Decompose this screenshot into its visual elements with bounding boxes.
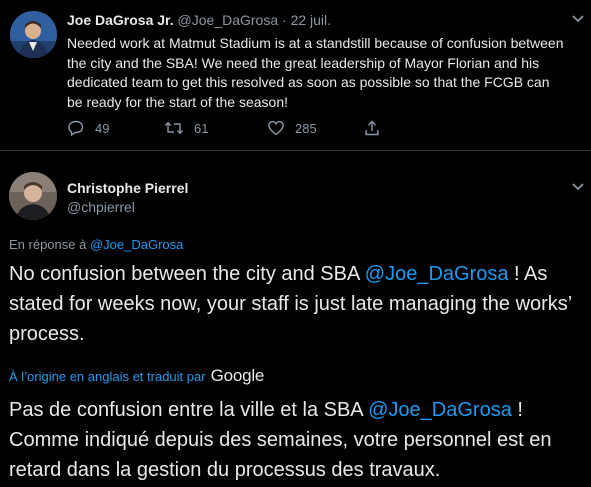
share-icon: [365, 120, 379, 136]
translated-text: Pas de confusion entre la ville et la SB…: [9, 395, 584, 485]
like-button[interactable]: 285: [267, 119, 317, 137]
tweet-text: No confusion between the city and SBA @J…: [9, 259, 584, 349]
reply-context: En réponse à @Joe_DaGrosa: [9, 237, 183, 252]
tweet-text: Needed work at Matmut Stadium is at a st…: [67, 35, 564, 110]
avatar[interactable]: [9, 172, 57, 220]
author-name[interactable]: Christophe Pierrel: [67, 180, 188, 196]
share-button[interactable]: [363, 119, 381, 137]
separator-dot: ·: [282, 12, 287, 28]
author-handle[interactable]: @chpierrel: [67, 199, 135, 215]
like-count: 285: [295, 120, 317, 136]
tweet-header: Joe DaGrosa Jr. @Joe_DaGrosa · 22 juil.: [67, 12, 331, 28]
retweet-count: 61: [194, 120, 209, 136]
author-name[interactable]: Joe DaGrosa Jr.: [67, 12, 174, 28]
translated-text-part: Pas de confusion entre la ville et la SB…: [9, 399, 369, 421]
avatar[interactable]: [10, 11, 57, 58]
divider: [0, 150, 591, 151]
retweet-button[interactable]: 61: [164, 119, 208, 137]
reply-count: 49: [95, 120, 110, 136]
translation-credit[interactable]: À l’origine en anglais et traduit par Go…: [9, 366, 264, 386]
tweet-original[interactable]: Joe DaGrosa Jr. @Joe_DaGrosa · 22 juil. …: [0, 0, 591, 150]
reply-handle-link[interactable]: @Joe_DaGrosa: [90, 237, 183, 252]
translation-label: À l’origine en anglais et traduit par: [9, 369, 206, 384]
retweet-icon: [164, 121, 184, 135]
reply-icon: [68, 120, 84, 137]
chevron-down-icon[interactable]: [571, 182, 585, 192]
mention-link[interactable]: @Joe_DaGrosa: [368, 399, 512, 421]
like-icon: [268, 120, 284, 136]
mention-link[interactable]: @Joe_DaGrosa: [365, 263, 509, 285]
tweet-text-part: No confusion between the city and SBA: [9, 263, 365, 285]
reply-button[interactable]: 49: [67, 119, 109, 137]
reply-prefix: En réponse à: [9, 237, 87, 252]
author-handle[interactable]: @Joe_DaGrosa: [178, 12, 279, 28]
tweet-date[interactable]: 22 juil.: [291, 12, 331, 28]
google-logo: Google: [210, 366, 265, 385]
chevron-down-icon[interactable]: [571, 14, 585, 24]
